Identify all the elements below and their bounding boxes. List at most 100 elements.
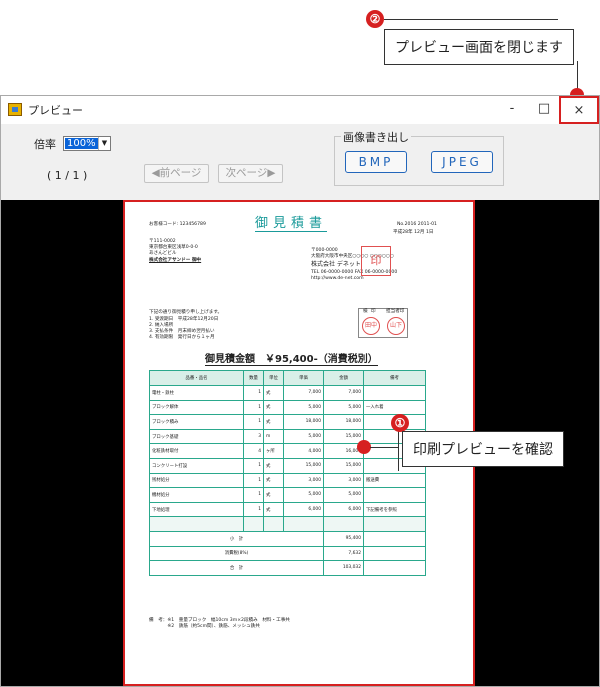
callout-2-number: ② [366,10,384,28]
prev-page-button[interactable]: ◀前ページ [144,164,209,183]
cell-price: 15,000 [283,457,324,474]
table-header-row: 品番・品名 数量 単位 単価 金額 備考 [149,370,426,386]
cell-qty: 1 [243,487,264,503]
col-header-price: 単価 [283,370,324,386]
cell-unit: 式 [263,399,284,416]
callout-1-dot [357,440,371,454]
grand-total-note [363,560,426,576]
cell-item: コンクリート打設 [149,457,244,474]
doc-number: No.2016 2011-01 [397,222,437,227]
cell-item: 電柱・鉄柱 [149,385,244,401]
cell-unit: 式 [263,414,284,430]
table-row [149,516,426,532]
cell-qty: 4 [243,443,264,459]
cell-unit: 式 [263,472,284,489]
preview-window: プレビュー - □ × 倍率 100% ▼ ( 1 / 1 ) ◀前ページ 次ペ… [0,95,600,687]
document-title: 御見積書 [255,212,328,232]
col-header-note: 備考 [363,370,426,386]
col-header-unit: 単位 [263,370,284,386]
subtotal-label: 小 計 [149,530,324,547]
tax-value: 7,632 [323,545,364,562]
next-page-button[interactable]: 次ページ▶ [218,164,283,183]
table-row: 電柱・鉄柱 1 式 7,000 7,000 [149,385,426,401]
cell-qty: 1 [243,399,264,416]
cell-price [283,516,324,532]
window-title: プレビュー [28,104,83,117]
col-header-qty: 数量 [243,370,264,386]
cell-qty: 3 [243,428,264,445]
cell-note: 一入れ着 [363,399,426,416]
approval-box: 検 印 担当者印 田中 山下 [358,308,408,338]
callout-2-leader-top [384,19,558,20]
cell-amount: 15,000 [323,457,364,474]
approval-stamp-1: 田中 [362,317,380,335]
cell-price: 5,000 [283,399,324,416]
cell-note [363,487,426,503]
callout-2-box: プレビュー画面を閉じます [384,29,574,65]
subtotal-value: 95,400 [323,530,364,547]
approval-stamp-2: 山下 [387,317,405,335]
cell-unit [263,516,284,532]
callout-1-number: ① [391,414,409,432]
cell-note [363,516,426,532]
cell-unit: 式 [263,385,284,401]
customer-address-3: あさんどビル [149,251,177,256]
estimate-table: 品番・品名 数量 単位 単価 金額 備考 電柱・鉄柱 1 式 7,000 7,000 ブ… [149,370,426,576]
cell-item: 残材処分 [149,472,244,489]
zoom-select[interactable]: 100% ▼ [63,136,111,151]
title-bar: プレビュー - □ × [1,96,599,124]
cell-item: 機材処分 [149,487,244,503]
doc-date: 平成28年 12月 1日 [393,230,434,235]
bmp-button[interactable]: BMP [345,151,407,173]
table-row: 残材処分 1 式 3,000 3,000 搬送費 [149,472,426,489]
cell-qty: 1 [243,457,264,474]
remarks-2: ※2 鉄筋（約5cm間）、鉄筋、メッシュ鉄共 [149,624,260,629]
col-header-amount: 金額 [323,370,364,386]
cell-qty: 1 [243,472,264,489]
cell-unit: ヶ所 [263,443,284,459]
table-row: ブロック基礎 3 m 5,000 15,000 [149,428,426,445]
cell-price: 3,000 [283,472,324,489]
cell-price: 6,000 [283,501,324,518]
col-header-item: 品番・品名 [149,370,244,386]
grand-total-value: 103,032 [323,560,364,576]
tax-row: 消費税(8%) 7,632 [149,545,426,562]
grand-total-label: 合 計 [149,560,324,576]
customer-address-4: 株式会社アサンドー 御中 [149,258,202,263]
dropdown-arrow-icon: ▼ [98,137,110,150]
cell-amount: 5,000 [323,487,364,503]
cell-qty: 1 [243,385,264,401]
cell-amount: 3,000 [323,472,364,489]
close-button[interactable]: × [559,96,599,124]
cell-item: ブロック基礎 [149,428,244,445]
cell-item: ブロック解体 [149,399,244,416]
tax-note [363,545,426,562]
toolbar: 倍率 100% ▼ ( 1 / 1 ) ◀前ページ 次ページ▶ 画像書き出し B… [1,124,599,200]
callout-1-leader-h [370,447,398,448]
maximize-button[interactable]: □ [529,96,559,124]
cell-item: 化粧鉄材取付 [149,443,244,459]
cell-amount: 5,000 [323,399,364,416]
cell-note: 搬送費 [363,472,426,489]
cell-price: 4,000 [283,443,324,459]
cell-qty [243,516,264,532]
export-group: 画像書き出し BMP JPEG [334,129,504,186]
cell-price: 5,000 [283,487,324,503]
cell-note [363,385,426,401]
total-amount: 御見積金額 ￥95,400-（消費税別） [205,350,378,366]
zoom-label: 倍率 [34,138,56,151]
cell-item [149,516,244,532]
app-icon [8,103,22,116]
jpeg-button[interactable]: JPEG [431,151,493,173]
grand-total-row: 合 計 103,032 [149,560,426,576]
approval-header-2: 印 [371,309,376,314]
minimize-button[interactable]: - [497,96,527,124]
company-info-3: 株式会社 デネット [311,261,361,268]
company-stamp: 印 [361,246,391,276]
cell-unit: 式 [263,501,284,518]
cell-qty: 1 [243,414,264,430]
condition-4: 4. 有効期限 発行日から１ヶ月 [149,335,215,340]
intro-text: 下記の通り御見積り申し上げます。 [149,310,223,315]
page-indicator: ( 1 / 1 ) [47,169,88,182]
tax-label: 消費税(8%) [149,545,324,562]
